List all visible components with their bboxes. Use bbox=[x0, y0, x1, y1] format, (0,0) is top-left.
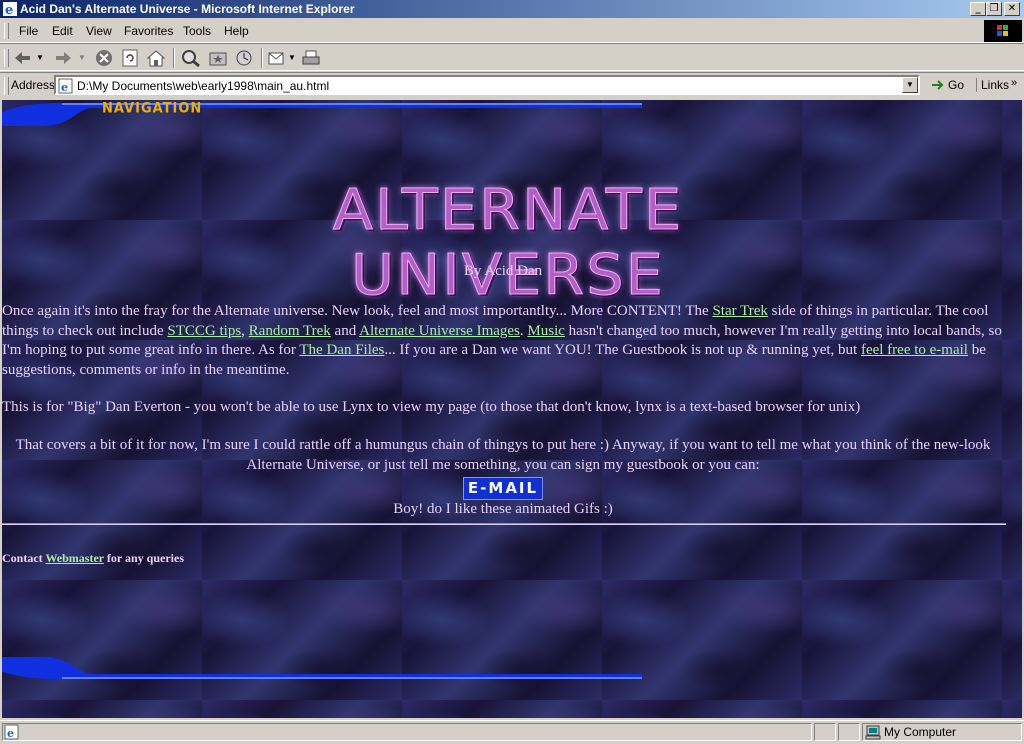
email-link[interactable]: feel free to e-mail bbox=[861, 342, 968, 358]
svg-text:e: e bbox=[7, 727, 14, 740]
go-label: Go bbox=[948, 78, 965, 92]
ie-page-icon: e bbox=[58, 78, 73, 94]
intro-text: and bbox=[330, 322, 360, 339]
intro-text: ... If you are a Dan we want YOU! The Gu… bbox=[384, 342, 861, 358]
top-banner-swoosh bbox=[2, 103, 642, 126]
chevron-down-icon: ▼ bbox=[906, 80, 914, 89]
mail-dropdown-icon[interactable]: ▼ bbox=[288, 53, 298, 73]
au-images-link[interactable]: Alternate Universe Images bbox=[359, 323, 520, 339]
page-content: NAVIGATION ALTERNATE UNIVERSE By Acid Da… bbox=[2, 100, 1022, 718]
close-button[interactable]: ✕ bbox=[1004, 2, 1020, 16]
intro-paragraph: Once again it's into the fray for the Al… bbox=[2, 302, 1018, 380]
menu-file[interactable]: File bbox=[19, 24, 38, 38]
computer-icon bbox=[865, 725, 881, 740]
address-bar: Address e D:\My Documents\web\early1998\… bbox=[0, 72, 1024, 98]
intro-text: Once again it's into the fray for the Al… bbox=[2, 303, 713, 319]
intro-text: , bbox=[241, 322, 249, 339]
contact-text: Contact bbox=[2, 551, 46, 565]
forward-icon[interactable] bbox=[52, 48, 74, 68]
webmaster-link[interactable]: Webmaster bbox=[45, 551, 103, 565]
close-icon: ✕ bbox=[1007, 3, 1017, 14]
status-progress-panel bbox=[814, 723, 836, 741]
search-icon[interactable] bbox=[180, 48, 202, 68]
back-dropdown-icon[interactable]: ▼ bbox=[36, 53, 46, 73]
minimize-icon: _ bbox=[975, 3, 981, 14]
address-input[interactable]: e D:\My Documents\web\early1998\main_au.… bbox=[54, 75, 920, 95]
favorites-icon[interactable] bbox=[207, 48, 229, 68]
status-lock-panel bbox=[838, 723, 860, 741]
site-title-logo: ALTERNATE UNIVERSE bbox=[332, 178, 684, 309]
contact-line: Contact Webmaster for any queries bbox=[2, 551, 184, 566]
ie-icon: e bbox=[3, 2, 17, 16]
go-arrow-icon bbox=[932, 80, 944, 90]
star-trek-link[interactable]: Star Trek bbox=[712, 303, 767, 319]
restore-icon: ❐ bbox=[989, 3, 999, 14]
menu-help[interactable]: Help bbox=[224, 24, 249, 38]
mail-icon[interactable] bbox=[266, 48, 288, 68]
navigation-label[interactable]: NAVIGATION bbox=[102, 100, 202, 117]
print-icon[interactable] bbox=[300, 48, 322, 68]
home-icon[interactable] bbox=[145, 48, 167, 68]
byline: By Acid Dan bbox=[463, 263, 543, 279]
back-icon[interactable] bbox=[12, 48, 34, 68]
menu-favorites[interactable]: Favorites bbox=[124, 24, 173, 38]
menu-tools[interactable]: Tools bbox=[183, 24, 211, 38]
security-zone-label: My Computer bbox=[884, 725, 957, 739]
links-chevron-icon[interactable]: » bbox=[1011, 77, 1017, 89]
lynx-note: This is for "Big" Dan Everton - you won'… bbox=[2, 399, 861, 415]
contact-text: for any queries bbox=[103, 551, 184, 565]
bottom-banner-swoosh bbox=[2, 657, 642, 679]
standard-toolbar: ▼ ▼ ▼ bbox=[0, 43, 1024, 71]
svg-text:e: e bbox=[5, 3, 13, 16]
address-grip[interactable] bbox=[4, 77, 9, 95]
music-link[interactable]: Music bbox=[527, 323, 565, 339]
menu-bar: File Edit View Favorites Tools Help bbox=[0, 20, 1024, 43]
ie-page-icon: e bbox=[4, 724, 19, 740]
animated-gifs-note: Boy! do I like these animated Gifs :) bbox=[393, 501, 613, 517]
title-bar[interactable]: e Acid Dan's Alternate Universe - Micros… bbox=[0, 0, 1024, 18]
address-label: Address bbox=[11, 78, 56, 92]
forward-dropdown-icon[interactable]: ▼ bbox=[78, 53, 88, 73]
toolbar-grip[interactable] bbox=[4, 49, 9, 67]
windows-logo-icon bbox=[997, 25, 1008, 36]
closing-text: That covers a bit of it for now, I'm sur… bbox=[15, 437, 991, 473]
links-button[interactable]: Links bbox=[976, 78, 1009, 92]
menu-edit[interactable]: Edit bbox=[52, 24, 73, 38]
windows-logo-throbber bbox=[984, 20, 1022, 42]
svg-text:e: e bbox=[61, 81, 68, 94]
history-icon[interactable] bbox=[233, 48, 255, 68]
random-trek-link[interactable]: Random Trek bbox=[249, 323, 331, 339]
stccg-tips-link[interactable]: STCCG tips bbox=[167, 323, 241, 339]
window-title: Acid Dan's Alternate Universe - Microsof… bbox=[20, 2, 355, 16]
menu-grip[interactable] bbox=[4, 23, 9, 39]
dan-files-link[interactable]: The Dan Files bbox=[299, 342, 384, 358]
stop-icon[interactable] bbox=[93, 48, 115, 68]
status-bar: e My Computer bbox=[0, 720, 1024, 744]
address-dropdown-button[interactable]: ▼ bbox=[902, 77, 918, 93]
address-url[interactable]: D:\My Documents\web\early1998\main_au.ht… bbox=[77, 79, 329, 93]
email-button[interactable]: E-MAIL bbox=[462, 477, 544, 500]
toolbar-separator bbox=[261, 48, 263, 68]
go-button[interactable]: Go bbox=[928, 76, 968, 96]
horizontal-rule bbox=[2, 523, 1006, 525]
toolbar-separator bbox=[173, 48, 175, 68]
status-text-panel: e bbox=[2, 723, 812, 741]
maximize-button[interactable]: ❐ bbox=[986, 2, 1002, 16]
menu-view[interactable]: View bbox=[86, 24, 112, 38]
refresh-icon[interactable] bbox=[119, 48, 141, 68]
closing-paragraph: That covers a bit of it for now, I'm sur… bbox=[2, 436, 1004, 520]
minimize-button[interactable]: _ bbox=[970, 2, 986, 16]
